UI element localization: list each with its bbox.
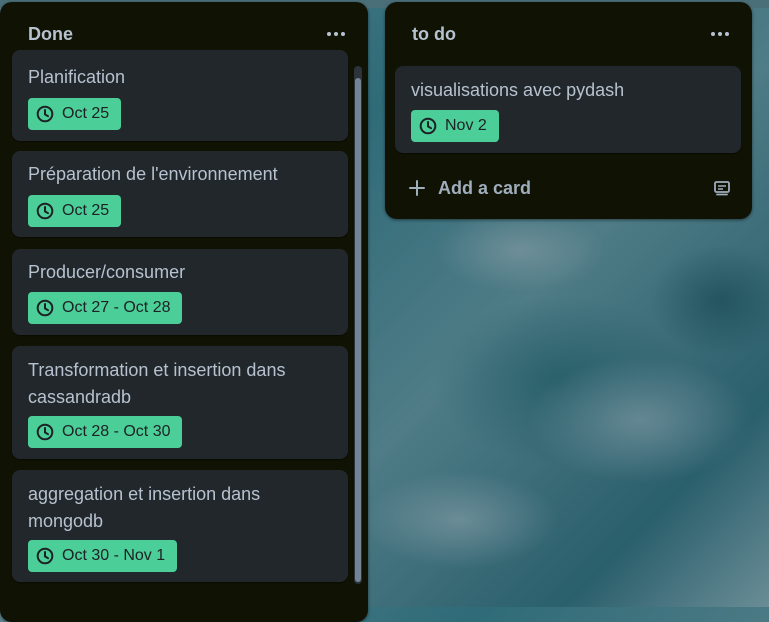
plus-icon xyxy=(409,180,425,196)
card-title: Planification xyxy=(28,67,126,87)
list-done[interactable]: Done Planification Oct 25 Préparation de… xyxy=(0,2,368,622)
due-date-badge[interactable]: Nov 2 xyxy=(411,110,499,142)
due-date-text: Oct 25 xyxy=(62,202,110,219)
due-date-text: Oct 30 - Nov 1 xyxy=(62,547,166,564)
clock-icon xyxy=(36,423,54,441)
list-scrollbar-thumb[interactable] xyxy=(355,78,361,582)
card-title: Préparation de l'environnement xyxy=(28,164,278,184)
list-title[interactable]: to do xyxy=(412,24,456,45)
card-producer-consumer[interactable]: Producer/consumer Oct 27 - Oct 28 xyxy=(12,249,348,335)
card-title-line1: Transformation et insertion dans xyxy=(28,360,286,380)
list-menu-button[interactable] xyxy=(322,22,350,46)
list-to-do[interactable]: to do visualisations avec pydash Nov 2 A… xyxy=(385,2,752,219)
card-preparation[interactable]: Préparation de l'environnement Oct 25 xyxy=(12,151,348,237)
card-template-icon xyxy=(714,181,730,196)
add-card-label: Add a card xyxy=(438,177,532,198)
due-date-badge[interactable]: Oct 27 - Oct 28 xyxy=(28,292,183,324)
clock-icon xyxy=(36,299,54,317)
card-visualisations[interactable]: visualisations avec pydash Nov 2 xyxy=(395,66,741,153)
list-title[interactable]: Done xyxy=(28,24,73,45)
due-date-badge[interactable]: Oct 25 xyxy=(28,195,122,227)
card-title: visualisations avec pydash xyxy=(411,80,625,100)
card-title-line1: aggregation et insertion dans xyxy=(28,484,261,504)
more-icon xyxy=(327,32,345,36)
card-transformation[interactable]: Transformation et insertion dans cassand… xyxy=(12,346,348,459)
list-header[interactable]: to do xyxy=(385,2,752,62)
create-from-template-button[interactable] xyxy=(710,176,734,200)
list-menu-button[interactable] xyxy=(706,22,734,46)
card-title-line2: cassandradb xyxy=(28,387,132,407)
clock-icon xyxy=(419,117,437,135)
card-title: Producer/consumer xyxy=(28,262,186,282)
due-date-text: Nov 2 xyxy=(445,117,487,134)
due-date-text: Oct 27 - Oct 28 xyxy=(62,299,171,316)
clock-icon xyxy=(36,547,54,565)
due-date-badge[interactable]: Oct 30 - Nov 1 xyxy=(28,540,178,572)
due-date-badge[interactable]: Oct 28 - Oct 30 xyxy=(28,416,183,448)
clock-icon xyxy=(36,105,54,123)
clock-icon xyxy=(36,202,54,220)
card-planification[interactable]: Planification Oct 25 xyxy=(12,50,348,141)
more-icon xyxy=(711,32,729,36)
card-title-line2: mongodb xyxy=(28,511,104,531)
add-card-button[interactable]: Add a card xyxy=(395,170,675,206)
card-aggregation[interactable]: aggregation et insertion dans mongodb Oc… xyxy=(12,470,348,582)
due-date-text: Oct 25 xyxy=(62,105,110,122)
due-date-text: Oct 28 - Oct 30 xyxy=(62,423,171,440)
due-date-badge[interactable]: Oct 25 xyxy=(28,98,122,130)
